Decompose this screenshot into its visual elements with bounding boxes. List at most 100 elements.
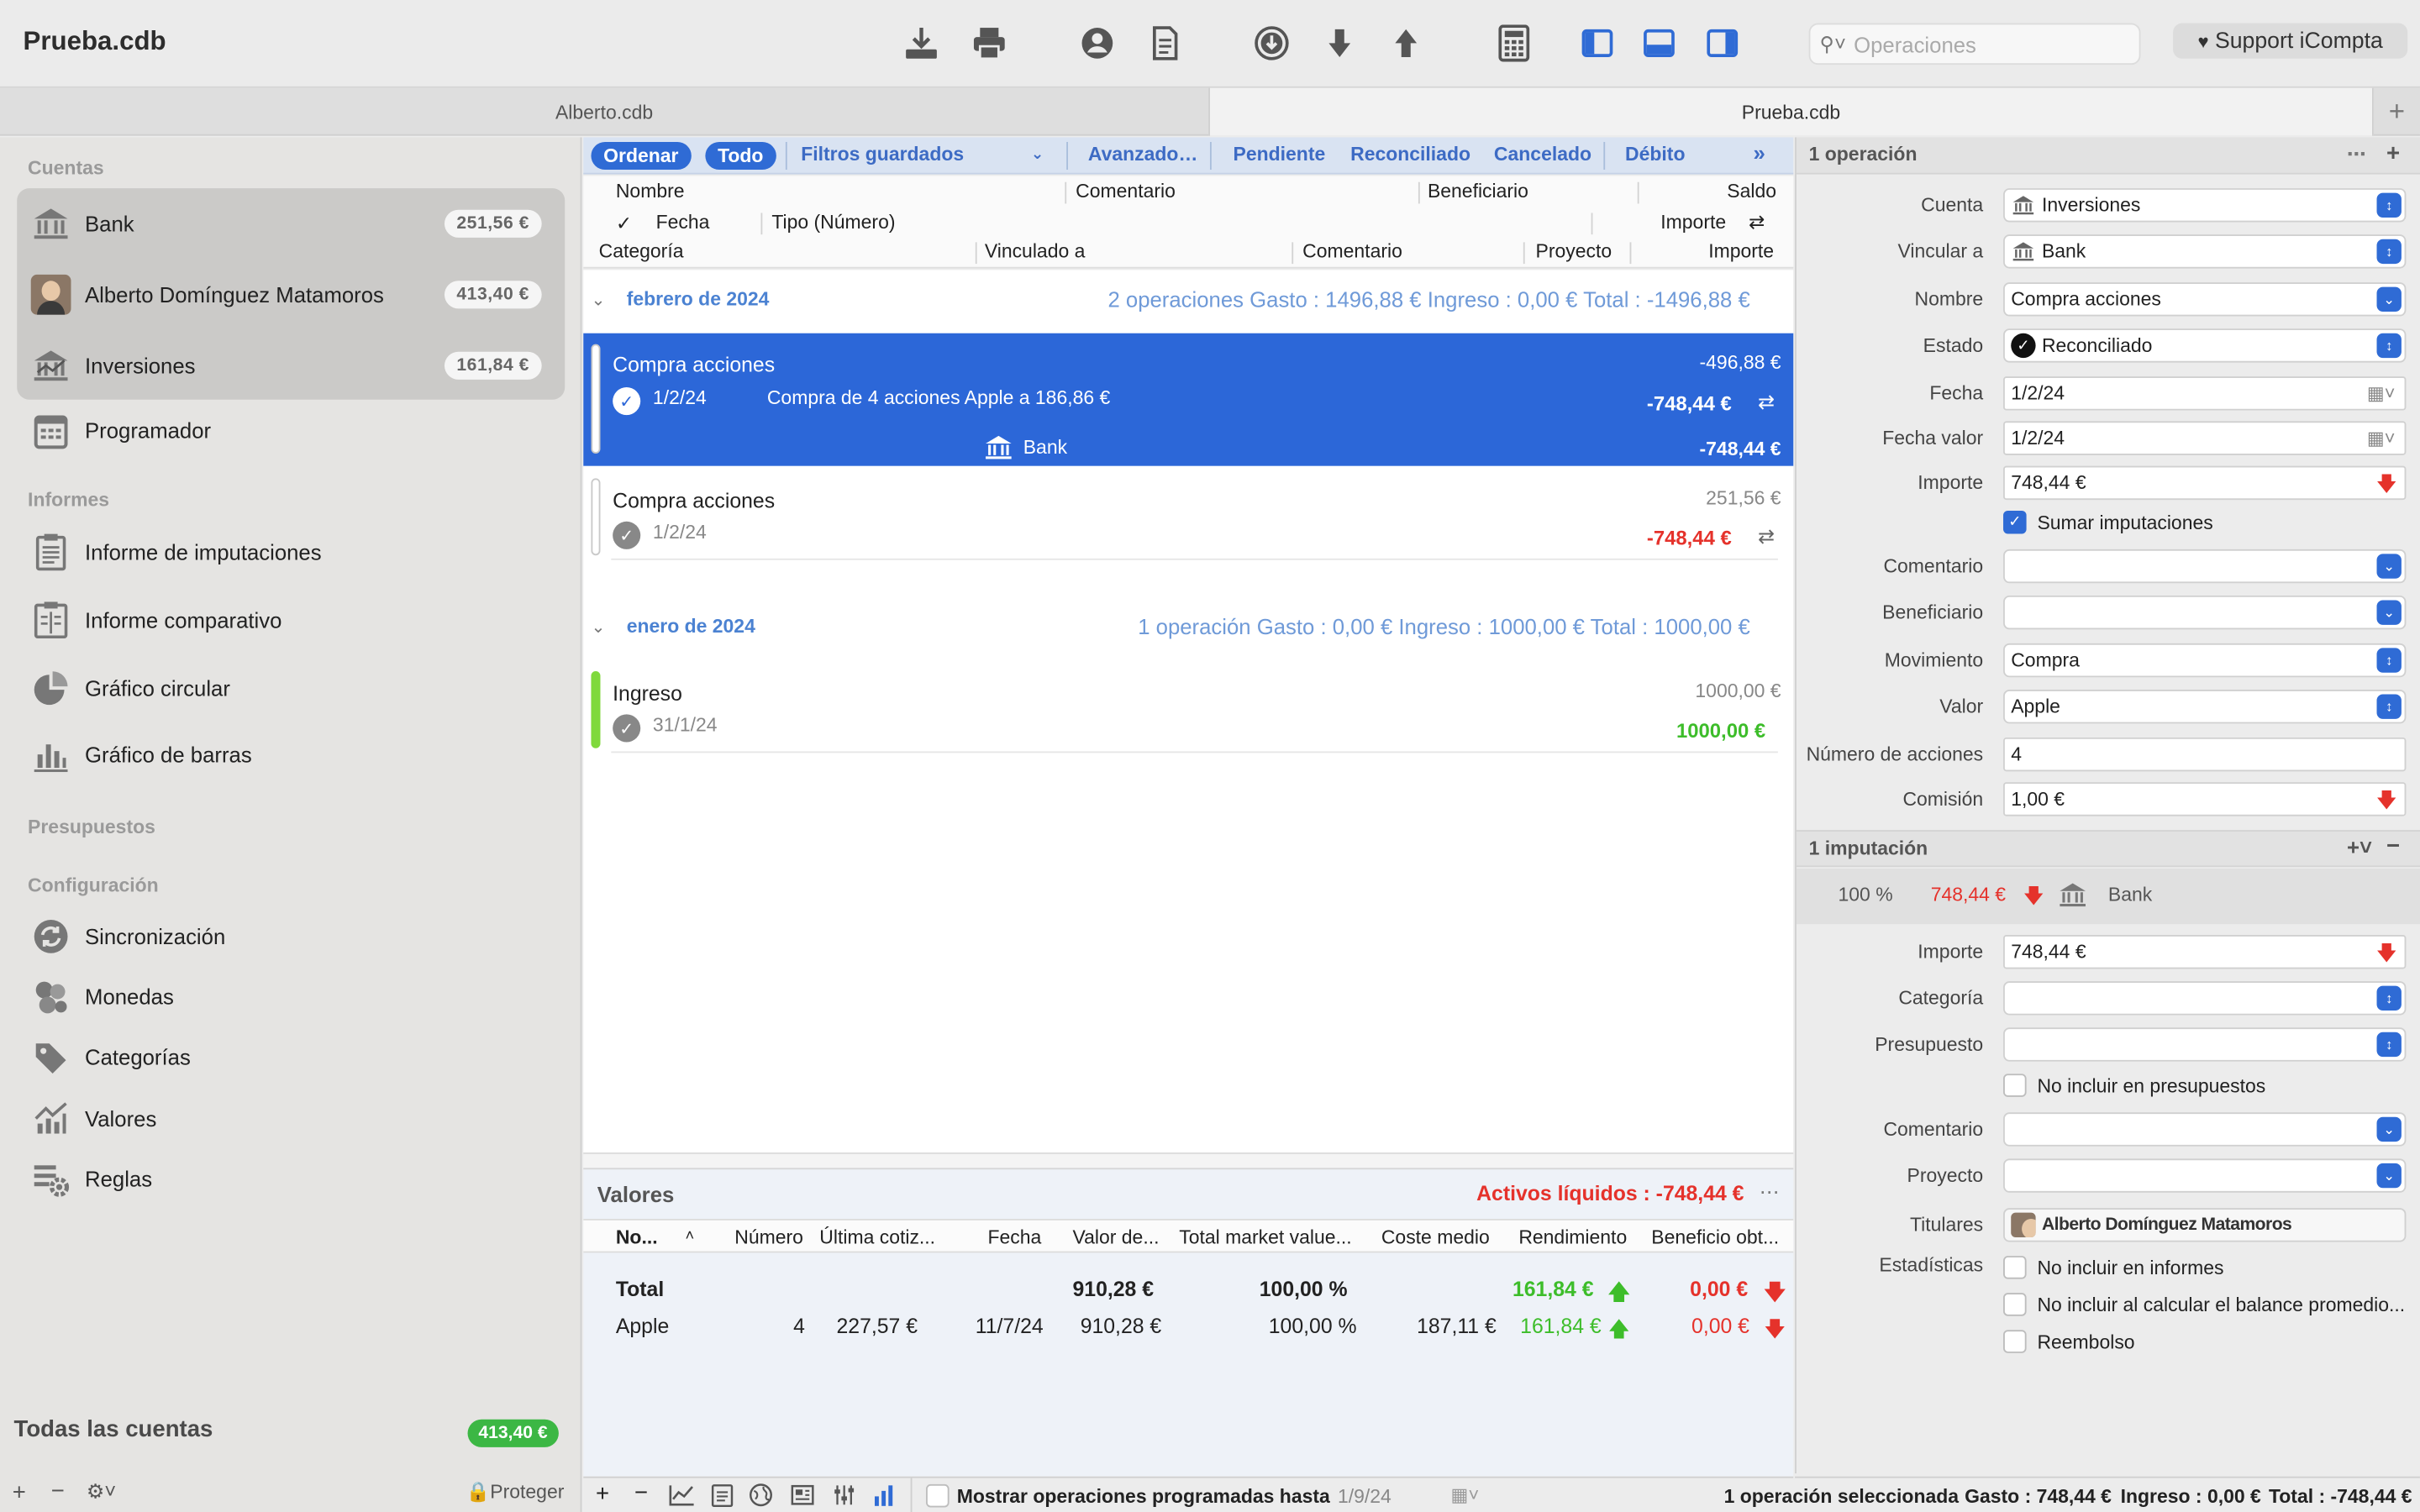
bottom-panel-icon[interactable]: [1639, 24, 1680, 64]
sidebar-item-securities[interactable]: Valores: [28, 1091, 560, 1147]
stepper-icon[interactable]: ↕: [2376, 694, 2402, 719]
sidebar-item-currencies[interactable]: Monedas: [28, 969, 560, 1024]
chevron-down-icon[interactable]: ⌄: [1031, 146, 1044, 163]
sort-button[interactable]: Ordenar: [591, 141, 692, 171]
proyecto-combo[interactable]: ⌄: [2003, 1158, 2407, 1193]
right-panel-icon[interactable]: [1702, 24, 1743, 64]
vincular-select[interactable]: Bank ↕: [2003, 234, 2407, 269]
expand-filters-icon[interactable]: »: [1753, 140, 1765, 165]
chevron-down-icon[interactable]: ⌄: [591, 617, 605, 638]
filter-reconciled[interactable]: Reconciliado: [1350, 144, 1470, 165]
stepper-icon[interactable]: ↕: [2376, 333, 2402, 359]
beneficiario-combo[interactable]: ⌄: [2003, 595, 2407, 630]
calculator-icon[interactable]: [1494, 24, 1534, 64]
add-operation-button[interactable]: +: [596, 1481, 609, 1507]
stepper-icon[interactable]: ↕: [2376, 192, 2402, 218]
securities-total-row[interactable]: Total 910,28 € 100,00 % 161,84 € 🡅 0,00 …: [583, 1271, 1793, 1308]
chevron-down-icon[interactable]: ⌄: [2376, 554, 2402, 579]
sec-col-yield[interactable]: Rendimiento: [1518, 1226, 1627, 1248]
gear-icon[interactable]: ⚙˅: [87, 1479, 116, 1504]
calendar-icon[interactable]: ▦˅: [2367, 383, 2396, 405]
no-budget-checkbox[interactable]: [2003, 1074, 2027, 1097]
support-button[interactable]: ♥ Support iCompta: [2173, 23, 2408, 59]
calendar-picker-icon[interactable]: ▦˅: [1450, 1484, 1479, 1506]
sec-col-last[interactable]: Última cotiz...: [819, 1226, 935, 1248]
tab-alberto[interactable]: Alberto.cdb: [0, 88, 1208, 136]
sliders-icon[interactable]: [832, 1483, 856, 1512]
filter-pending[interactable]: Pendiente: [1234, 144, 1326, 165]
col-project[interactable]: Proyecto: [1536, 241, 1612, 263]
sec-col-avgcost[interactable]: Coste medio: [1381, 1226, 1490, 1248]
all-accounts-label[interactable]: Todas las cuentas: [14, 1416, 213, 1442]
no-reports-checkbox[interactable]: [2003, 1256, 2027, 1279]
operation-row-selected[interactable]: Compra acciones ✓ 1/2/24 Compra de 4 acc…: [583, 333, 1794, 466]
arrow-up-icon[interactable]: [1386, 24, 1426, 64]
col-comment-2[interactable]: Comentario: [1302, 241, 1402, 263]
left-panel-icon[interactable]: [1577, 24, 1618, 64]
download-circle-icon[interactable]: [1252, 24, 1292, 64]
group-header-feb[interactable]: ⌄ febrero de 2024 2 operaciones Gasto : …: [583, 270, 1793, 331]
chevron-down-icon[interactable]: ⌄: [2376, 1116, 2402, 1142]
show-scheduled-checkbox[interactable]: [926, 1483, 950, 1508]
titulares-tokens[interactable]: Alberto Domínguez Matamoros: [2003, 1208, 2407, 1242]
operation-row[interactable]: Compra acciones ✓ 1/2/24 251,56 € -748,4…: [583, 468, 1793, 560]
col-balance[interactable]: Saldo: [1727, 181, 1776, 202]
sidebar-item-alberto[interactable]: Alberto Domínguez Matamoros 413,40 €: [28, 267, 560, 323]
clipboard-icon[interactable]: [710, 1483, 734, 1512]
col-type[interactable]: Tipo (Número): [771, 212, 895, 234]
split-importe-input[interactable]: 748,44 € 🡇: [2003, 935, 2407, 969]
stepper-icon[interactable]: ↕: [2376, 648, 2402, 673]
sidebar-item-pie-chart[interactable]: Gráfico circular: [28, 660, 560, 716]
sec-col-date[interactable]: Fecha: [987, 1226, 1041, 1248]
show-scheduled-toggle[interactable]: Mostrar operaciones programadas hasta 1/…: [926, 1483, 1392, 1508]
sec-col-number[interactable]: Número: [734, 1226, 803, 1248]
estado-select[interactable]: ✓ Reconciliado ↕: [2003, 328, 2407, 363]
cuenta-select[interactable]: Inversiones ↕: [2003, 188, 2407, 223]
col-name[interactable]: Nombre: [616, 181, 685, 202]
filter-all-button[interactable]: Todo: [705, 141, 776, 171]
arrow-down-icon[interactable]: 🡇: [2376, 470, 2397, 504]
protect-button[interactable]: 🔒Proteger: [466, 1481, 565, 1504]
search-field[interactable]: ⚲˅ Operaciones: [1808, 23, 2141, 66]
importe-input[interactable]: 748,44 € 🡇: [2003, 465, 2407, 501]
split-comentario-combo[interactable]: ⌄: [2003, 1112, 2407, 1147]
col-category[interactable]: Categoría: [599, 241, 684, 263]
sidebar-item-report-imputations[interactable]: Informe de imputaciones: [28, 524, 560, 580]
remove-account-button[interactable]: −: [51, 1478, 65, 1504]
sec-col-market[interactable]: Total market value...: [1179, 1226, 1351, 1248]
refund-toggle[interactable]: Reembolso: [2003, 1330, 2135, 1353]
stepper-icon[interactable]: ↕: [2376, 985, 2402, 1011]
sidebar-item-sync[interactable]: Sincronización: [28, 909, 560, 964]
nombre-combo[interactable]: Compra acciones ⌄: [2003, 282, 2407, 317]
group-header-jan[interactable]: ⌄ enero de 2024 1 operación Gasto : 0,00…: [583, 597, 1793, 659]
refund-checkbox[interactable]: [2003, 1330, 2027, 1353]
fecha-valor-input[interactable]: 1/2/24 ▦˅: [2003, 421, 2407, 455]
chevron-down-icon[interactable]: ⌄: [591, 290, 605, 310]
arrow-down-icon[interactable]: 🡇: [2376, 940, 2397, 974]
sumar-checkbox[interactable]: ✓: [2003, 510, 2027, 534]
panel-splitter[interactable]: [583, 1152, 1794, 1168]
operation-row[interactable]: Ingreso ✓ 31/1/24 1000,00 € 1000,00 €: [583, 660, 1793, 753]
filter-advanced[interactable]: Avanzado…: [1088, 144, 1198, 165]
user-icon[interactable]: [1077, 24, 1118, 64]
stepper-icon[interactable]: ↕: [2376, 1032, 2402, 1058]
col-amount-2[interactable]: Importe: [1708, 241, 1774, 263]
sec-col-value[interactable]: Valor de...: [1073, 1226, 1160, 1248]
arrow-down-icon[interactable]: [1319, 24, 1360, 64]
chevron-down-icon[interactable]: ⌄: [2376, 286, 2402, 312]
col-date[interactable]: Fecha: [656, 212, 710, 234]
filter-cancelled[interactable]: Cancelado: [1494, 144, 1591, 165]
add-tab-button[interactable]: +: [2374, 88, 2420, 136]
valor-select[interactable]: Apple ↕: [2003, 690, 2407, 724]
line-chart-icon[interactable]: [666, 1483, 696, 1512]
col-amount[interactable]: Importe: [1660, 212, 1726, 234]
print-icon[interactable]: [969, 24, 1009, 64]
securities-row[interactable]: Apple 4 227,57 € 11/7/24 910,28 € 100,00…: [583, 1309, 1793, 1346]
add-split-button[interactable]: +˅: [2347, 835, 2372, 859]
col-linked[interactable]: Vinculado a: [985, 241, 1086, 263]
reconciled-check-icon[interactable]: ✓: [613, 387, 641, 416]
filter-debit[interactable]: Débito: [1625, 144, 1685, 165]
sidebar-item-bar-chart[interactable]: Gráfico de barras: [28, 727, 560, 782]
newspaper-icon[interactable]: [790, 1483, 814, 1512]
sidebar-item-inversiones[interactable]: Inversiones 161,84 €: [28, 338, 560, 393]
